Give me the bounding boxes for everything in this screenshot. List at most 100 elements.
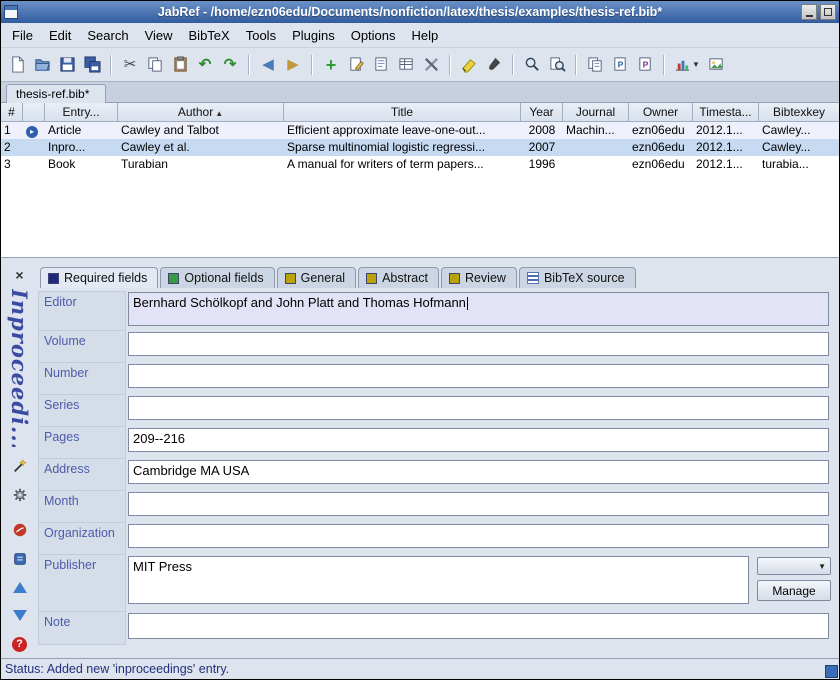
previous-entry-icon[interactable] xyxy=(10,577,30,597)
col-author-label: Author xyxy=(178,105,213,119)
menu-search[interactable]: Search xyxy=(80,25,135,46)
pages-field-input[interactable]: 209--216 xyxy=(128,428,829,452)
incremental-search-icon[interactable] xyxy=(545,53,569,77)
cell-author: Turabian xyxy=(118,156,284,173)
tab-label: BibTeX source xyxy=(544,271,625,285)
publisher-field-input[interactable]: MIT Press xyxy=(128,556,749,604)
col-bibtexkey[interactable]: Bibtexkey xyxy=(759,103,839,121)
copy-icon[interactable] xyxy=(143,53,167,77)
menu-plugins[interactable]: Plugins xyxy=(285,25,342,46)
openoffice-icon[interactable] xyxy=(704,53,728,77)
publisher-dropdown[interactable]: ▼ xyxy=(757,557,831,575)
forward-icon[interactable]: ▶ xyxy=(281,53,305,77)
menu-view[interactable]: View xyxy=(138,25,180,46)
editor-field-input[interactable]: Bernhard Schölkopf and John Platt and Th… xyxy=(128,292,829,326)
table-row[interactable]: 3 Book Turabian A manual for writers of … xyxy=(1,156,839,173)
edit-entry-icon[interactable] xyxy=(344,53,368,77)
series-field-input[interactable] xyxy=(128,396,829,420)
close-editor-button[interactable]: × xyxy=(11,267,27,283)
save-all-icon[interactable] xyxy=(80,53,104,77)
save-database-icon[interactable] xyxy=(55,53,79,77)
search-icon[interactable] xyxy=(520,53,544,77)
tab-label: Optional fields xyxy=(184,271,263,285)
back-icon[interactable]: ◀ xyxy=(256,53,280,77)
col-owner[interactable]: Owner xyxy=(629,103,693,121)
table-row[interactable]: 2 Inpro... Cawley et al. Sparse multinom… xyxy=(1,139,839,156)
new-entry-icon[interactable]: + xyxy=(319,53,343,77)
toolbar-separator xyxy=(663,55,665,75)
col-title[interactable]: Title xyxy=(284,103,521,121)
menu-bibtex[interactable]: BibTeX xyxy=(182,25,237,46)
field-label-note: Note xyxy=(38,611,126,645)
push-to-lyx-icon[interactable]: P xyxy=(608,53,632,77)
toolbar-separator xyxy=(110,55,112,75)
bibtex-source-icon xyxy=(527,272,539,284)
menu-edit[interactable]: Edit xyxy=(42,25,78,46)
splitter-handle[interactable] xyxy=(1,257,839,265)
menu-help[interactable]: Help xyxy=(405,25,446,46)
cell-title: Sparse multinomial logistic regressi... xyxy=(284,139,521,156)
cell-journal: Machin... xyxy=(563,122,629,139)
col-entrytype[interactable]: Entry... xyxy=(45,103,118,121)
undo-icon[interactable]: ↶ xyxy=(193,53,217,77)
tab-review[interactable]: Review xyxy=(441,267,517,288)
col-timestamp[interactable]: Timesta... xyxy=(693,103,759,121)
col-icon[interactable] xyxy=(23,103,45,121)
note-field-input[interactable] xyxy=(128,613,829,639)
svg-text:P: P xyxy=(617,59,623,69)
minimize-button[interactable] xyxy=(801,4,817,20)
next-entry-icon[interactable] xyxy=(10,606,30,626)
maximize-button[interactable] xyxy=(820,4,836,20)
sort-ascending-icon: ▲ xyxy=(215,109,223,118)
table-row[interactable]: 1 ▸ Article Cawley and Talbot Efficient … xyxy=(1,122,839,139)
address-field-input[interactable]: Cambridge MA USA xyxy=(128,460,829,484)
number-field-input[interactable] xyxy=(128,364,829,388)
copy-citation-icon[interactable] xyxy=(583,53,607,77)
col-year[interactable]: Year xyxy=(521,103,563,121)
tab-bibtex-source[interactable]: BibTeX source xyxy=(519,267,636,288)
mark-entries-icon[interactable] xyxy=(457,53,481,77)
open-database-icon[interactable] xyxy=(30,53,54,77)
push-to-winedt-icon[interactable]: P xyxy=(633,53,657,77)
new-subdatabase-icon[interactable]: ▼ xyxy=(671,53,703,77)
field-label-volume: Volume xyxy=(38,330,126,363)
field-label-pages: Pages xyxy=(38,426,126,459)
redo-icon[interactable]: ↷ xyxy=(218,53,242,77)
new-database-icon[interactable] xyxy=(5,53,29,77)
pdf-icon[interactable] xyxy=(10,520,30,540)
file-tab[interactable]: thesis-ref.bib* xyxy=(6,84,106,103)
generate-key-wand-icon[interactable] xyxy=(10,456,30,476)
menu-options[interactable]: Options xyxy=(344,25,403,46)
col-journal[interactable]: Journal xyxy=(563,103,629,121)
editor-field-text: Bernhard Schölkopf and John Platt and Th… xyxy=(133,295,466,310)
edit-preamble-icon[interactable] xyxy=(394,53,418,77)
month-field-input[interactable] xyxy=(128,492,829,516)
manage-publishers-button[interactable]: Manage xyxy=(757,580,831,601)
tab-abstract[interactable]: Abstract xyxy=(358,267,439,288)
organization-field-input[interactable] xyxy=(128,524,829,548)
help-icon[interactable]: ? xyxy=(10,635,30,655)
toolbar: ✂ ↶ ↷ ◀ ▶ + P P ▼ xyxy=(1,48,839,82)
menu-file[interactable]: File xyxy=(5,25,40,46)
ps-icon[interactable] xyxy=(10,549,30,569)
tab-optional-fields[interactable]: Optional fields xyxy=(160,267,274,288)
volume-field-input[interactable] xyxy=(128,332,829,356)
gear-icon[interactable] xyxy=(10,485,30,505)
paste-icon[interactable] xyxy=(168,53,192,77)
cell-num: 3 xyxy=(1,156,23,173)
col-author[interactable]: Author▲ xyxy=(118,103,284,121)
tab-label: Review xyxy=(465,271,506,285)
resize-grip[interactable] xyxy=(825,665,838,678)
titlebar[interactable]: JabRef - /home/ezn06edu/Documents/nonfic… xyxy=(1,1,839,23)
unmark-entries-icon[interactable] xyxy=(482,53,506,77)
tab-general[interactable]: General xyxy=(277,267,356,288)
menu-tools[interactable]: Tools xyxy=(239,25,283,46)
cleanup-icon[interactable] xyxy=(419,53,443,77)
cell-bibtexkey: Cawley... xyxy=(759,139,839,156)
cut-icon[interactable]: ✂ xyxy=(118,53,142,77)
edit-strings-icon[interactable] xyxy=(369,53,393,77)
col-num[interactable]: # xyxy=(1,103,23,121)
cell-owner: ezn06edu xyxy=(629,156,693,173)
field-label-number: Number xyxy=(38,362,126,395)
tab-required-fields[interactable]: Required fields xyxy=(40,267,158,288)
